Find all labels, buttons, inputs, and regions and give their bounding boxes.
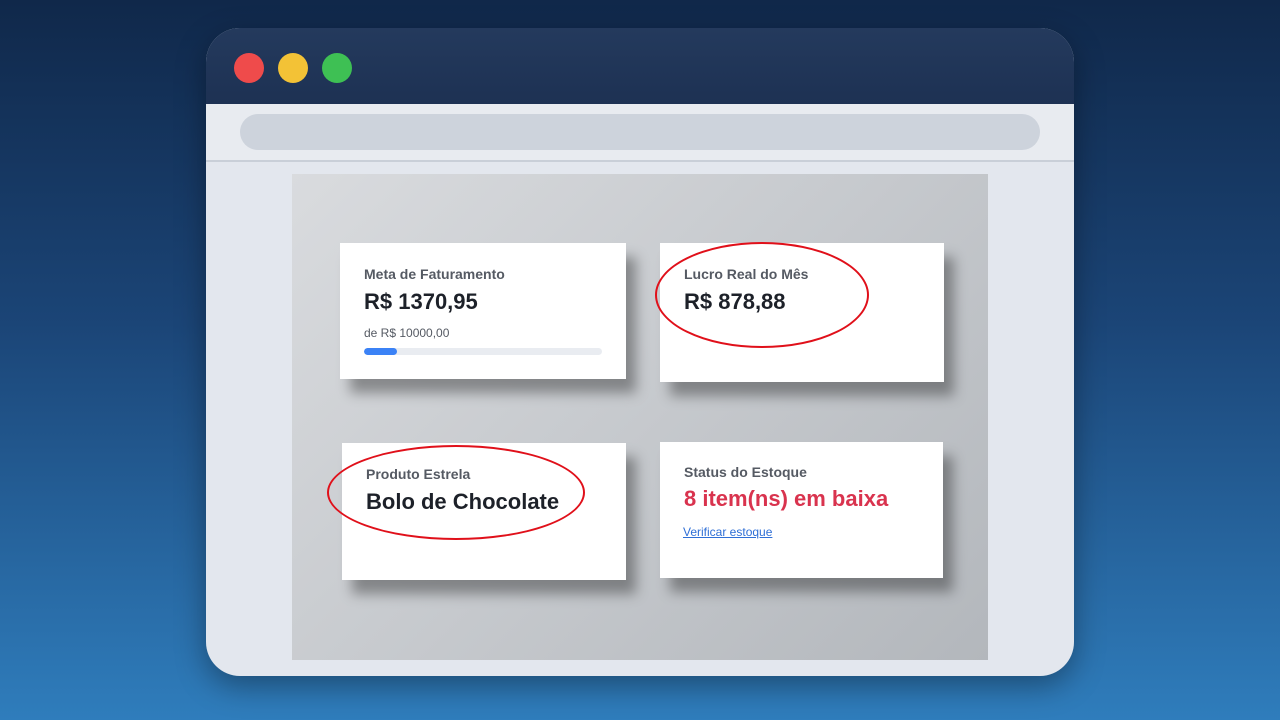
revenue-progress-fill <box>364 348 397 355</box>
maximize-dot-icon[interactable] <box>322 53 352 83</box>
page-viewport: Meta de Faturamento R$ 1370,95 de R$ 100… <box>292 174 988 660</box>
revenue-goal-target: de R$ 10000,00 <box>364 326 450 340</box>
star-product-label: Produto Estrela <box>366 466 471 482</box>
revenue-goal-card: Meta de Faturamento R$ 1370,95 de R$ 100… <box>340 243 626 379</box>
star-product-card: Produto Estrela Bolo de Chocolate <box>342 443 626 580</box>
close-dot-icon[interactable] <box>234 53 264 83</box>
minimize-dot-icon[interactable] <box>278 53 308 83</box>
star-product-value: Bolo de Chocolate <box>366 489 560 514</box>
check-stock-link[interactable]: Verificar estoque <box>683 525 772 539</box>
real-profit-value: R$ 878,88 <box>684 289 786 314</box>
address-bar[interactable] <box>240 114 1040 150</box>
browser-window: Meta de Faturamento R$ 1370,95 de R$ 100… <box>206 28 1074 676</box>
revenue-goal-value: R$ 1370,95 <box>364 289 478 314</box>
real-profit-label: Lucro Real do Mês <box>684 266 809 282</box>
browser-toolbar <box>206 104 1074 162</box>
stock-status-card: Status do Estoque 8 item(ns) em baixa Ve… <box>660 442 943 578</box>
revenue-goal-label: Meta de Faturamento <box>364 266 505 282</box>
real-profit-card: Lucro Real do Mês R$ 878,88 <box>660 243 944 382</box>
title-bar <box>206 28 1074 104</box>
revenue-progress-bar <box>364 348 602 355</box>
stock-status-label: Status do Estoque <box>684 464 807 480</box>
stock-status-value: 8 item(ns) em baixa <box>684 486 889 511</box>
